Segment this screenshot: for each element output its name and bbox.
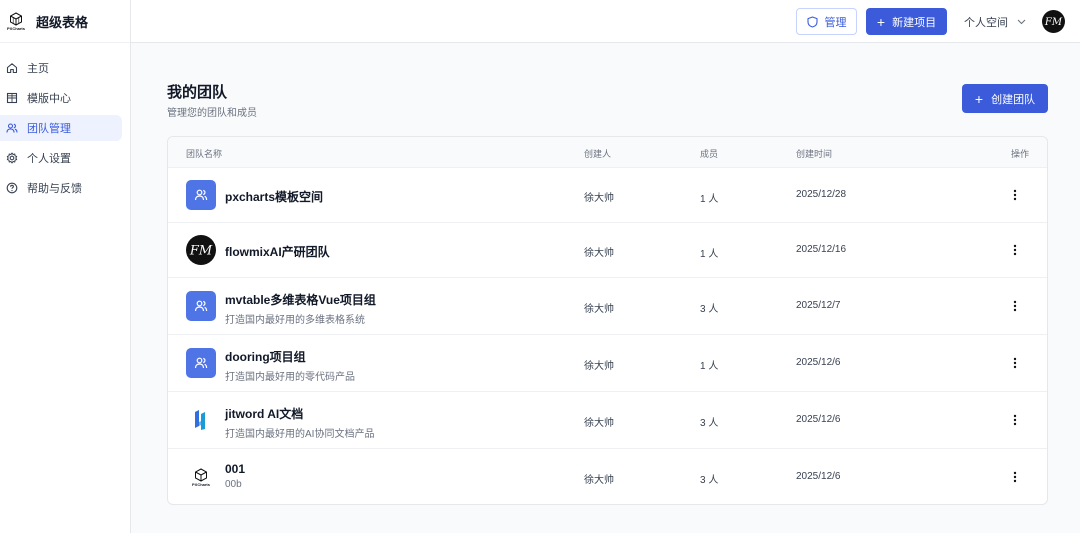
team-creator: 徐大帅 (584, 475, 614, 486)
jitword-logo-icon (186, 405, 216, 435)
team-name[interactable]: pxcharts模板空间 (225, 188, 323, 205)
sidebar-item-home[interactable]: 主页 (0, 55, 122, 81)
column-header-actions: 操作 (1011, 149, 1030, 159)
brand-logo-text: PXCharts (6, 25, 25, 31)
shield-icon (806, 15, 818, 28)
sidebar-item-templates[interactable]: 模版中心 (0, 85, 122, 111)
more-vertical-icon[interactable] (1008, 469, 1022, 485)
team-creator: 徐大帅 (584, 304, 614, 315)
pxcharts-logo-text: PXCharts (191, 481, 210, 487)
pxcharts-logo-icon: PXCharts (186, 462, 216, 492)
team-description: 00b (225, 479, 242, 490)
fm-logo-text: FM (189, 244, 213, 259)
team-name[interactable]: jitword AI文档 (225, 405, 374, 422)
sidebar: PXCharts 超级表格 主页 模版中心 团队管理 个人设置 帮助与反馈 (0, 0, 131, 533)
team-name-block: pxcharts模板空间 (225, 188, 323, 205)
team-created-date: 2025/12/6 (796, 414, 841, 425)
sidebar-item-help[interactable]: 帮助与反馈 (0, 175, 122, 201)
sidebar-item-settings[interactable]: 个人设置 (0, 145, 122, 171)
team-creator: 徐大帅 (584, 361, 614, 372)
table-row[interactable]: mvtable多维表格Vue项目组 打造国内最好用的多维表格系统 徐大帅 3 人… (168, 277, 1047, 334)
users-icon (186, 180, 216, 210)
pxcharts-logo-icon: PXCharts (6, 9, 26, 33)
help-icon (6, 182, 18, 194)
column-header-members: 成员 (700, 149, 719, 159)
team-members: 3 人 (700, 475, 719, 486)
more-vertical-icon[interactable] (1008, 412, 1022, 428)
team-name[interactable]: dooring项目组 (225, 348, 355, 365)
plus-icon: + (974, 90, 984, 107)
team-description: 打造国内最好用的零代码产品 (225, 372, 355, 383)
table-row[interactable]: FM flowmixAI产研团队 徐大帅 1 人 2025/12/16 (168, 222, 1047, 277)
create-team-label: 创建团队 (991, 93, 1036, 106)
team-name[interactable]: mvtable多维表格Vue项目组 (225, 291, 376, 308)
team-name-block: mvtable多维表格Vue项目组 打造国内最好用的多维表格系统 (225, 291, 376, 326)
sidebar-item-label: 团队管理 (27, 123, 71, 135)
table-row[interactable]: pxcharts模板空间 徐大帅 1 人 2025/12/28 (168, 167, 1047, 222)
team-created-date: 2025/12/28 (796, 189, 847, 200)
team-description: 打造国内最好用的AI协同文档产品 (225, 429, 375, 440)
space-select[interactable]: 个人空间 (964, 8, 1026, 35)
table-row[interactable]: dooring项目组 打造国内最好用的零代码产品 徐大帅 1 人 2025/12… (168, 334, 1047, 391)
column-header-created: 创建时间 (796, 149, 833, 159)
team-created-date: 2025/12/6 (796, 471, 841, 482)
page-title: 我的团队 (167, 84, 228, 101)
create-team-button[interactable]: + 创建团队 (962, 84, 1048, 113)
users-icon (186, 291, 216, 321)
gear-icon (6, 152, 18, 164)
sidebar-item-label: 帮助与反馈 (27, 183, 82, 195)
sidebar-item-label: 模版中心 (27, 93, 71, 105)
table-row[interactable]: jitword AI文档 打造国内最好用的AI协同文档产品 徐大帅 3 人 20… (168, 391, 1047, 448)
brand[interactable]: PXCharts 超级表格 (0, 0, 130, 43)
team-name[interactable]: 001 (225, 462, 245, 476)
team-name-block: 001 00b (225, 462, 245, 490)
team-created-date: 2025/12/6 (796, 357, 841, 368)
team-members: 1 人 (700, 249, 719, 260)
team-members: 1 人 (700, 361, 719, 372)
sidebar-item-label: 个人设置 (27, 153, 71, 165)
plus-icon: + (876, 13, 886, 30)
manage-button[interactable]: 管理 (796, 8, 857, 35)
fm-logo-icon: FM (186, 235, 216, 265)
sidebar-nav: 主页 模版中心 团队管理 个人设置 帮助与反馈 (0, 43, 130, 201)
sidebar-item-label: 主页 (27, 63, 49, 75)
column-header-name: 团队名称 (186, 149, 223, 159)
grid-icon (6, 92, 18, 104)
home-icon (6, 62, 18, 74)
team-members: 3 人 (700, 304, 719, 315)
teams-table: 团队名称 创建人 成员 创建时间 操作 pxcharts模板空间 徐大帅 1 人… (167, 136, 1048, 505)
more-vertical-icon[interactable] (1008, 187, 1022, 203)
more-vertical-icon[interactable] (1008, 242, 1022, 258)
users-icon (6, 122, 18, 134)
chevron-down-icon (1017, 19, 1026, 25)
topbar: 管理 + 新建项目 个人空间 FM (131, 0, 1080, 43)
more-vertical-icon[interactable] (1008, 355, 1022, 371)
new-project-label: 新建项目 (892, 16, 937, 29)
users-icon (186, 348, 216, 378)
team-description: 打造国内最好用的多维表格系统 (225, 315, 365, 326)
team-name[interactable]: flowmixAI产研团队 (225, 243, 330, 260)
team-created-date: 2025/12/16 (796, 244, 847, 255)
brand-name: 超级表格 (36, 14, 89, 30)
team-creator: 徐大帅 (584, 248, 614, 259)
team-members: 1 人 (700, 194, 719, 205)
team-name-block: flowmixAI产研团队 (225, 243, 330, 260)
column-header-creator: 创建人 (584, 149, 612, 159)
more-vertical-icon[interactable] (1008, 298, 1022, 314)
manage-button-label: 管理 (824, 16, 847, 29)
avatar-text: FM (1044, 17, 1063, 28)
team-members: 3 人 (700, 418, 719, 429)
team-creator: 徐大帅 (584, 418, 614, 429)
avatar[interactable]: FM (1042, 10, 1065, 33)
new-project-button[interactable]: + 新建项目 (866, 8, 947, 35)
team-created-date: 2025/12/7 (796, 300, 841, 311)
space-select-label: 个人空间 (964, 16, 1008, 29)
table-header: 团队名称 创建人 成员 创建时间 操作 (168, 137, 1047, 167)
team-creator: 徐大帅 (584, 193, 614, 204)
team-name-block: jitword AI文档 打造国内最好用的AI协同文档产品 (225, 405, 374, 440)
sidebar-item-team-management[interactable]: 团队管理 (0, 115, 122, 141)
team-name-block: dooring项目组 打造国内最好用的零代码产品 (225, 348, 355, 383)
table-row[interactable]: PXCharts 001 00b 徐大帅 3 人 2025/12/6 (168, 448, 1047, 504)
page-subtitle: 管理您的团队和成员 (167, 108, 257, 119)
